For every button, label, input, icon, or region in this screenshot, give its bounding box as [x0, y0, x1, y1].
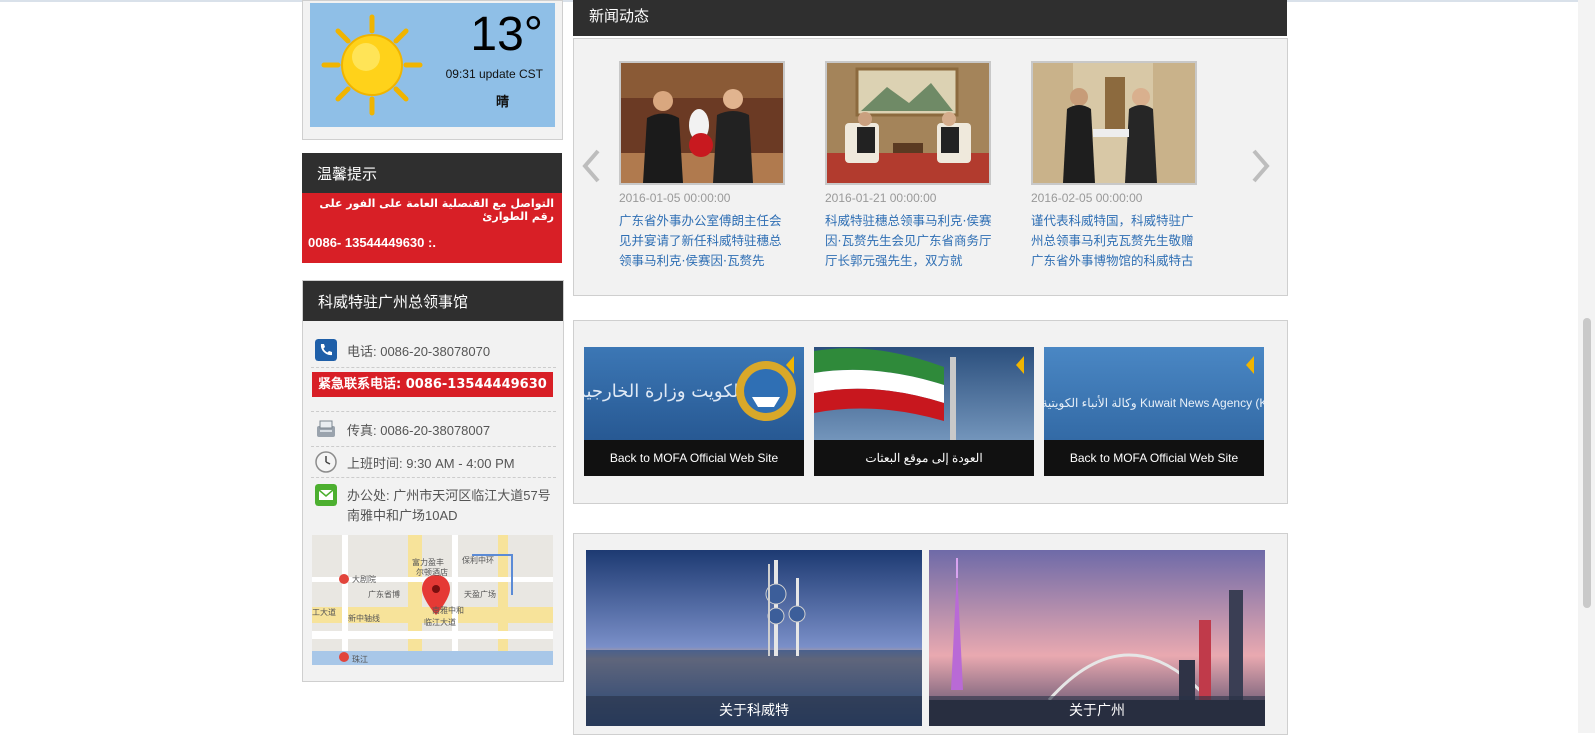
news-date: 2016-01-05 00:00:00: [619, 191, 731, 205]
map-label-fuli: 富力盈丰: [412, 557, 444, 567]
emergency-contact: 紧急联系电话: 0086-13544449630: [312, 372, 553, 397]
tel-text: 电话: 0086-20-38078070: [347, 344, 491, 359]
tips-panel: 温馨提示 التواصل مع القنصلية العامة على الفو…: [302, 153, 562, 263]
fax-icon: [317, 420, 335, 437]
about-panel: 关于科威特 关于广州: [573, 533, 1288, 735]
hours-text: 上班时间: 9:30 AM - 4:00 PM: [347, 456, 515, 471]
about-guangzhou-label: 关于广州: [929, 696, 1265, 726]
mail-icon: [315, 484, 337, 506]
news-title-link[interactable]: 科威特驻穗总领事马利克·侯赛因·瓦赘先生会见广东省商务厅厅长郭元强先生，双方就: [825, 211, 995, 271]
phone-icon: [315, 339, 337, 361]
map-label-axis: 新中轴线: [348, 613, 380, 623]
missions-banner-link[interactable]: العودة إلى موقع البعثات: [814, 347, 1034, 476]
map-label-river: 珠江: [352, 654, 368, 664]
page-scrollbar-thumb[interactable]: [1583, 318, 1591, 608]
office-line-1: 办公处: 广州市天河区临江大道57号: [347, 488, 551, 503]
prev-arrow-icon[interactable]: [582, 149, 600, 183]
office-address: 办公处: 广州市天河区临江大道57号 南雅中和广场10AD: [347, 486, 551, 526]
weather-widget: 13° 09:31 update CST 晴: [302, 0, 563, 140]
fax-row: 传真: 0086-20-38078007: [311, 411, 556, 447]
consulate-contact-panel: 科威特驻广州总领事馆 电话: 0086-20-38078070 紧急联系电话: …: [302, 280, 564, 682]
chevron-left-icon: [1246, 356, 1254, 374]
map-graphic: 大剧院 广东省博 保利中环 天盈广场 富力盈丰 尔顿酒店 南雅中和 临江大道 新…: [312, 535, 553, 665]
map-label-nanya: 南雅中和: [432, 605, 464, 615]
location-map[interactable]: 大剧院 广东省博 保利中环 天盈广场 富力盈丰 尔顿酒店 南雅中和 临江大道 新…: [312, 535, 553, 665]
weather-condition: 晴: [496, 95, 510, 110]
news-section-title: 新闻动态: [573, 0, 1287, 36]
missions-banner-label: العودة إلى موقع البعثات: [814, 440, 1034, 476]
about-kuwait-label: 关于科威特: [586, 696, 922, 726]
news-carousel: 2016-01-05 00:00:00 广东省外事办公室傅朗主任会见并宴请了新任…: [573, 38, 1288, 296]
kuna-banner-link[interactable]: وكالة الأنباء الكويتية (كونا) Kuwait New…: [1044, 347, 1264, 476]
hours-row: 上班时间: 9:30 AM - 4:00 PM: [311, 445, 556, 478]
news-title-link[interactable]: 广东省外事办公室傅朗主任会见并宴请了新任科威特驻穗总领事马利克·侯赛因·瓦赘先: [619, 211, 789, 271]
tel-row: 电话: 0086-20-38078070: [311, 333, 556, 368]
kuna-banner-label: Back to MOFA Official Web Site: [1044, 440, 1264, 476]
news-photo[interactable]: [825, 61, 991, 185]
chevron-left-icon: [786, 356, 794, 374]
about-kuwait-link[interactable]: 关于科威特: [586, 550, 922, 726]
about-guangzhou-link[interactable]: 关于广州: [929, 550, 1265, 726]
next-arrow-icon[interactable]: [1252, 149, 1270, 183]
news-item[interactable]: 2016-01-21 00:00:00 科威特驻穗总领事马利克·侯赛因·瓦赘先生…: [825, 61, 995, 271]
fax-text: 传真: 0086-20-38078007: [347, 423, 491, 438]
chevron-left-icon: [1016, 356, 1024, 374]
map-label-linjiang: 临江大道: [424, 617, 456, 627]
map-label-theatre: 大剧院: [352, 574, 376, 584]
consulate-title: 科威特驻广州总领事馆: [303, 281, 563, 321]
map-label-road: 工大道: [312, 607, 336, 617]
temperature: 13°: [470, 8, 543, 61]
mofa-banner-link[interactable]: دولة الكويت وزارة الخارجية Back to MOFA …: [584, 347, 804, 476]
office-row: 办公处: 广州市天河区临江大道57号 南雅中和广场10AD: [311, 478, 556, 526]
tips-title: 温馨提示: [302, 153, 562, 193]
map-label-hotel: 尔顿酒店: [416, 567, 448, 577]
news-date: 2016-02-05 00:00:00: [1031, 191, 1143, 205]
links-banner-panel: دولة الكويت وزارة الخارجية Back to MOFA …: [573, 320, 1288, 504]
news-photo[interactable]: [1031, 61, 1197, 185]
weather-update-time: 09:31 update CST: [445, 67, 543, 81]
weather-panel: 13° 09:31 update CST 晴: [310, 3, 555, 127]
map-label-museum: 广东省博: [368, 589, 400, 599]
tips-arabic-text: التواصل مع القنصلية العامة على الفور على…: [319, 197, 554, 223]
mofa-banner-label: Back to MOFA Official Web Site: [584, 440, 804, 476]
news-item[interactable]: 2016-01-05 00:00:00 广东省外事办公室傅朗主任会见并宴请了新任…: [619, 61, 789, 271]
map-label-poly: 保利中环: [462, 555, 494, 565]
news-item[interactable]: 2016-02-05 00:00:00 谨代表科威特国，科威特驻广州总领事马利克…: [1031, 61, 1201, 271]
kuna-banner-art-text: وكالة الأنباء الكويتية (كونا) Kuwait New…: [1044, 395, 1264, 410]
news-date: 2016-01-21 00:00:00: [825, 191, 937, 205]
map-label-tianying: 天盈广场: [464, 589, 496, 599]
clock-icon: [315, 451, 337, 473]
news-title-link[interactable]: 谨代表科威特国，科威特驻广州总领事马利克瓦赘先生敬赠广东省外事博物馆的科威特古: [1031, 211, 1201, 271]
news-photo[interactable]: [619, 61, 785, 185]
office-line-2: 南雅中和广场10AD: [347, 508, 458, 523]
sun-icon: [321, 14, 423, 116]
tips-emergency-phone: 0086- 13544449630 :.: [308, 235, 436, 250]
